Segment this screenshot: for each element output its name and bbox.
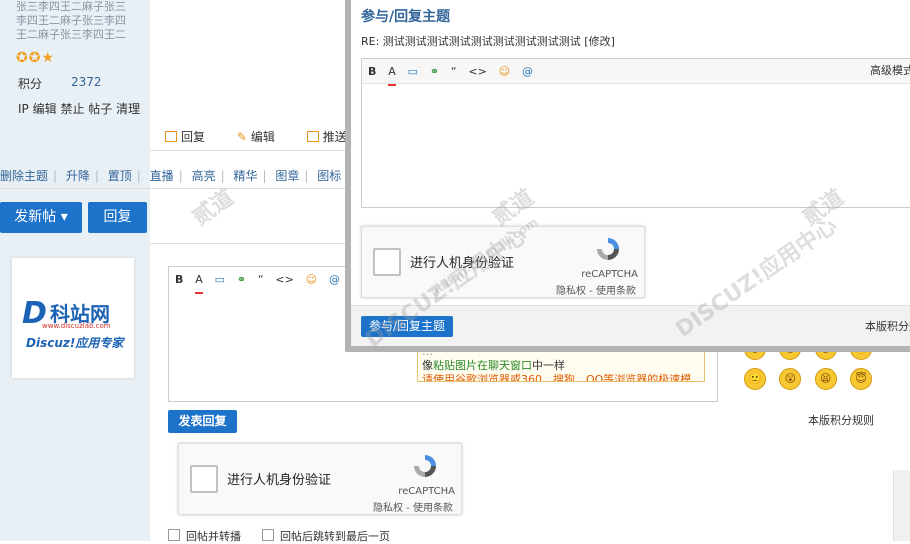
edit-action-label: 编辑	[250, 130, 275, 144]
mod-stamp[interactable]: 图章	[275, 169, 299, 183]
smiley-smile-icon[interactable]: 🙂	[744, 368, 766, 390]
font-color-icon[interactable]: A	[195, 268, 203, 294]
clean-link[interactable]: 清理	[116, 102, 140, 116]
code-icon[interactable]: <>	[468, 60, 486, 84]
mod-live[interactable]: 直播	[150, 169, 174, 183]
link-icon[interactable]: ⚭	[237, 268, 246, 292]
recaptcha-widget: 进行人机身份验证 reCAPTCHA 隐私权 - 使用条款	[178, 443, 462, 515]
option-repost[interactable]: 回帖并转播	[168, 528, 241, 544]
mod-delete[interactable]: 删除主题	[0, 169, 48, 183]
push-action-label: 推送	[322, 130, 347, 144]
reply-action[interactable]: 回复	[165, 130, 219, 144]
author-name-line: 王二麻子张三李四王二	[16, 28, 126, 41]
mod-highlight[interactable]: 高亮	[192, 169, 216, 183]
dialog-editor-toolbar: B A ▭ ⚭ “ <> ☺ @ 高级模式	[362, 59, 910, 86]
logo-url: www.discuzlab.com	[42, 322, 111, 330]
submit-reply-button[interactable]: 发表回复	[168, 410, 237, 433]
dialog-editor[interactable]: B A ▭ ⚭ “ <> ☺ @ 高级模式	[361, 58, 910, 208]
site-logo: D 科站网 www.discuzlab.com Discuz!应用专家	[12, 258, 134, 378]
post-actions: 回复 ✎ 编辑 推送	[165, 128, 375, 144]
image-icon[interactable]: ▭	[215, 268, 225, 292]
tip-text: 像	[422, 359, 433, 372]
right-gray-panel	[893, 470, 910, 541]
reply-action-label: 回复	[181, 130, 206, 144]
advanced-mode-link[interactable]: 高级模式	[870, 59, 910, 83]
mod-bump[interactable]: 升降	[66, 169, 90, 183]
recaptcha-brand: reCAPTCHA	[581, 269, 638, 280]
tip-highlight: 粘贴图片在聊天窗口	[433, 359, 532, 372]
at-icon[interactable]: @	[329, 268, 340, 292]
smiley-tired-icon[interactable]: 😫	[814, 368, 837, 390]
dialog-recaptcha: 进行人机身份验证 reCAPTCHA 隐私权 - 使用条款	[361, 226, 645, 298]
dialog-subject: RE: 测试测试测试测试测试测试测试测试测试 [修改]	[361, 35, 615, 48]
divider	[150, 150, 350, 151]
admin-links: IP 编辑 禁止 帖子 清理	[18, 100, 140, 117]
author-name-line: 李四王二麻子张三李四	[16, 14, 126, 27]
recaptcha-logo-icon	[597, 238, 619, 260]
smiley-icon[interactable]: ☺	[306, 268, 317, 292]
posts-link[interactable]: 帖子	[88, 102, 112, 116]
points-value[interactable]: 2372	[71, 75, 102, 89]
reply-button[interactable]: 回复	[88, 202, 147, 233]
tip-line-1: 像粘贴图片在聊天窗口中一样	[422, 359, 700, 373]
points-label: 积分	[18, 77, 43, 91]
recaptcha-logo-icon	[414, 455, 436, 477]
author-name-line: 张三李四王二麻子张三	[16, 0, 126, 13]
smiley-angel-icon[interactable]: 😇	[849, 368, 872, 390]
moderation-bar: 删除主题| 升降| 置顶| 直播| 高亮| 精华| 图章| 图标| 关闭| 移	[0, 167, 413, 184]
link-icon[interactable]: ⚭	[430, 60, 439, 84]
divider	[0, 188, 350, 189]
quote-icon[interactable]: “	[451, 60, 457, 84]
jump-last-label: 回帖后跳转到最后一页	[280, 530, 390, 543]
bold-icon[interactable]: B	[368, 60, 376, 84]
code-icon[interactable]: <>	[275, 268, 293, 292]
dialog-title: 参与/回复主题	[361, 9, 451, 25]
bold-icon[interactable]: B	[175, 268, 183, 292]
smiley-icon[interactable]: ☺	[499, 60, 510, 84]
reply-dialog: 参与/回复主题 RE: 测试测试测试测试测试测试测试测试测试 [修改] B A …	[345, 0, 910, 352]
dialog-footer: 参与/回复主题 本版积分规	[351, 305, 910, 346]
dialog-submit-button[interactable]: 参与/回复主题	[361, 316, 453, 337]
tip-text: 中一样	[532, 359, 565, 372]
rules-link[interactable]: 本版积分规则	[808, 412, 874, 428]
recaptcha-checkbox[interactable]	[373, 248, 401, 276]
edit-user-link[interactable]: 编辑	[33, 102, 57, 116]
new-thread-button[interactable]: 发新帖 ▾	[0, 202, 82, 233]
recaptcha-privacy-terms[interactable]: 隐私权 - 使用条款	[373, 499, 453, 514]
jump-last-checkbox[interactable]	[262, 529, 274, 541]
pencil-icon: ✎	[236, 130, 247, 144]
mod-stick[interactable]: 置顶	[108, 169, 132, 183]
user-rank-stars: ✪✪★	[16, 50, 56, 66]
ip-link[interactable]: IP	[18, 102, 29, 116]
recaptcha-label: 进行人机身份验证	[227, 473, 332, 488]
dialog-rules-link[interactable]: 本版积分规	[865, 318, 910, 334]
quote-icon[interactable]: “	[258, 268, 264, 292]
option-jump-last[interactable]: 回帖后跳转到最后一页	[262, 528, 390, 544]
repost-label: 回帖并转播	[186, 530, 241, 543]
recaptcha-brand: reCAPTCHA	[398, 486, 455, 497]
logo-subtitle: Discuz!应用专家	[26, 336, 124, 350]
smiley-shock-icon[interactable]: 😲	[779, 368, 802, 390]
recaptcha-label: 进行人机身份验证	[410, 256, 515, 271]
push-icon	[306, 131, 319, 142]
edit-action[interactable]: ✎ 编辑	[237, 130, 289, 144]
ban-link[interactable]: 禁止	[60, 102, 84, 116]
author-name[interactable]: 张三李四王二麻子张三 李四王二麻子张三李四 王二麻子张三李四王二	[16, 0, 138, 42]
reply-dialog-body: 参与/回复主题 RE: 测试测试测试测试测试测试测试测试测试 [修改] B A …	[351, 0, 910, 346]
at-icon[interactable]: @	[522, 60, 533, 84]
recaptcha-privacy-terms[interactable]: 隐私权 - 使用条款	[556, 282, 636, 297]
comment-icon	[165, 131, 177, 142]
repost-checkbox[interactable]	[168, 529, 180, 541]
font-color-icon[interactable]: A	[388, 60, 396, 86]
recaptcha-checkbox[interactable]	[190, 465, 218, 493]
mod-icon[interactable]: 图标	[317, 169, 341, 183]
image-icon[interactable]: ▭	[408, 60, 418, 84]
mod-digest[interactable]: 精华	[233, 169, 257, 183]
tip-line-2: 请使用谷歌浏览器或360、搜狗、QQ等浏览器的极速模式	[422, 373, 692, 382]
